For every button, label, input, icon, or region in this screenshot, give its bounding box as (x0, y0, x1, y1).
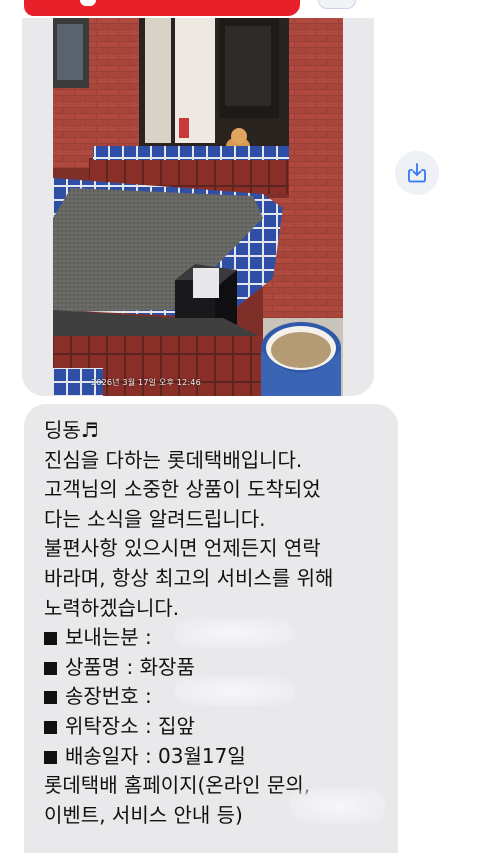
redaction-tracking (174, 676, 294, 706)
download-icon (408, 163, 426, 183)
previous-message-banner (24, 0, 300, 16)
detail-sender-label: 보내는분 : (65, 625, 152, 650)
detail-tracking-label: 송장번호 : (65, 684, 152, 709)
message-line: 진심을 다하는 롯데택배입니다. (44, 447, 303, 472)
sender-logo (318, 0, 356, 9)
delivery-photo[interactable]: 2026년 3월 17일 오후 12:46 (53, 18, 343, 396)
detail-product-label: 상품명 : 화장품 (65, 654, 195, 679)
text-message-bubble[interactable]: 딩동♬ 진심을 다하는 롯데택배입니다. 고객님의 소중한 상품이 도착되었 다… (24, 404, 398, 853)
detail-location-label: 위탁장소 : 집앞 (65, 713, 195, 738)
bullet-square-icon (44, 750, 57, 764)
download-button[interactable] (395, 151, 439, 195)
message-greeting: 딩동♬ (44, 418, 99, 442)
photo-message-bubble[interactable]: 2026년 3월 17일 오후 12:46 (22, 18, 374, 396)
detail-location: 위탁장소 : 집앞 (44, 712, 384, 742)
message-line: 고객님의 소중한 상품이 도착되었 (44, 477, 321, 502)
banner-icon (80, 0, 96, 6)
redaction-sender (174, 618, 294, 648)
bullet-square-icon (44, 632, 57, 646)
message-thread: 2026년 3월 17일 오후 12:46 딩동♬ 진심을 다하는 롯데택배입니… (0, 0, 480, 853)
message-line: 불편사항 있으시면 언제든지 연락 (44, 536, 321, 561)
detail-date-label: 배송일자 : 03월17일 (65, 743, 246, 768)
redaction-footer (290, 788, 386, 824)
detail-date: 배송일자 : 03월17일 (44, 742, 384, 772)
bullet-square-icon (44, 661, 57, 675)
bullet-square-icon (44, 720, 57, 734)
message-line: 다는 소식을 알려드립니다. (44, 506, 266, 531)
bullet-square-icon (44, 691, 57, 705)
photo-timestamp: 2026년 3월 17일 오후 12:46 (91, 378, 201, 387)
message-line: 바라며, 항상 최고의 서비스를 위해 (44, 565, 334, 590)
